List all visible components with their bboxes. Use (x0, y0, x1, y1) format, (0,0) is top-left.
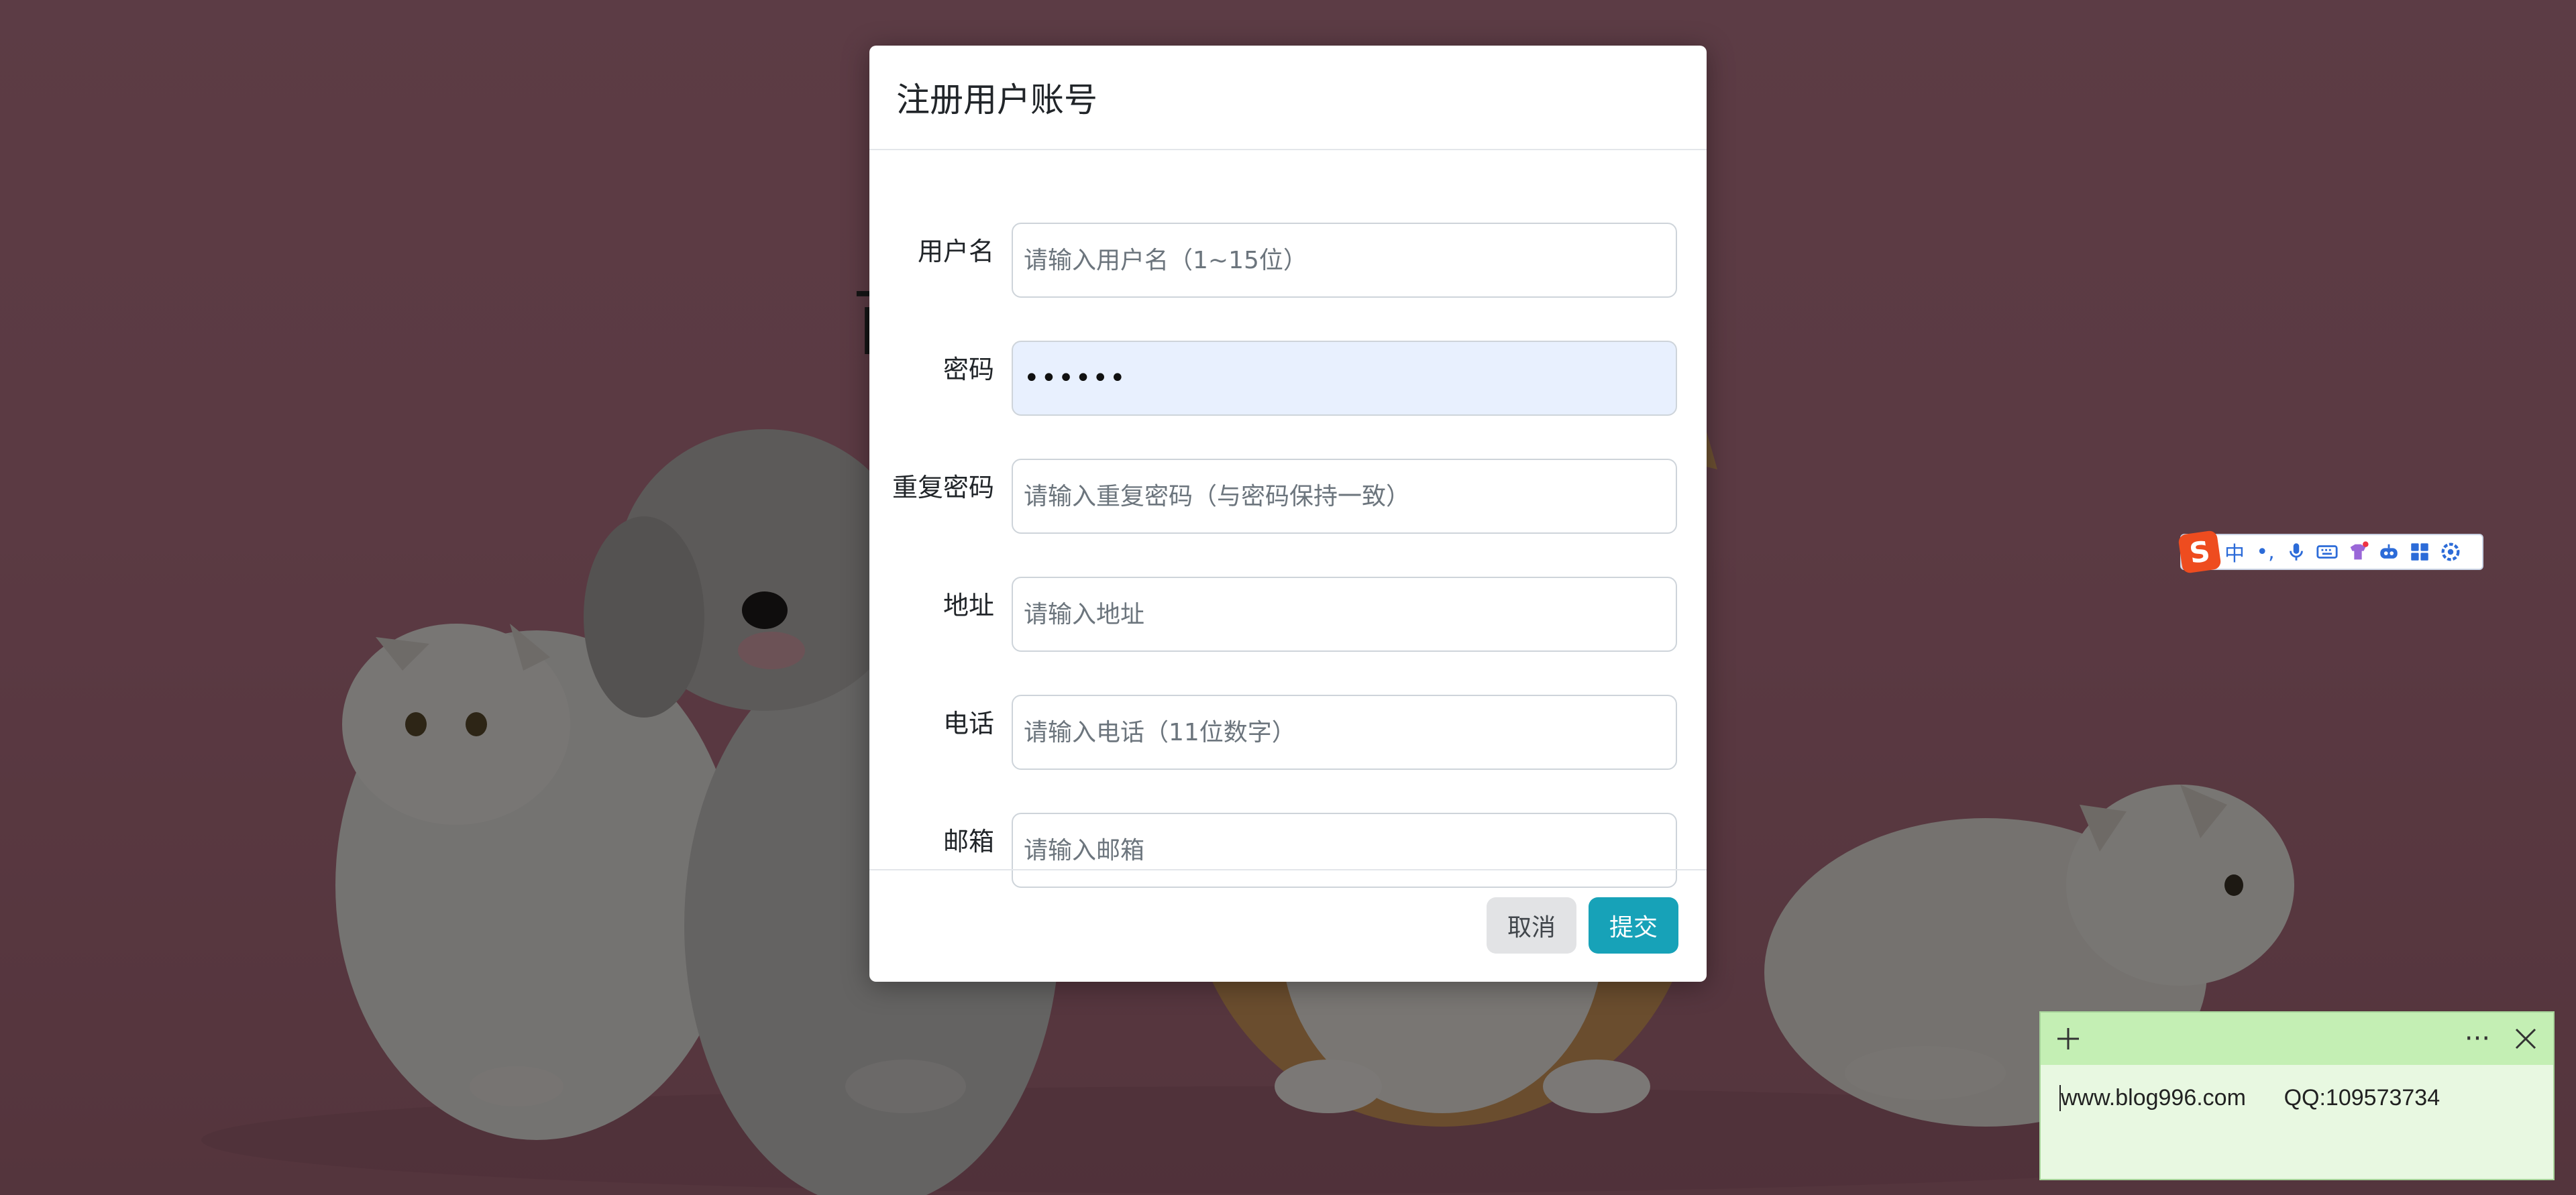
robot-icon[interactable] (2373, 536, 2404, 567)
sticky-note: ··· www.blog996.com QQ:109573734 (2039, 1011, 2555, 1180)
form-row-password: 密码 (869, 341, 1707, 416)
sticky-note-toolbar: ··· (2041, 1013, 2553, 1065)
password-label: 密码 (943, 355, 994, 384)
more-options-icon[interactable]: ··· (2459, 1021, 2496, 1057)
form-row-username: 用户名 (869, 223, 1707, 298)
form-row-repeat-password: 重复密码 (869, 459, 1707, 534)
repeat-password-label: 重复密码 (892, 473, 994, 502)
close-icon[interactable] (2508, 1021, 2544, 1057)
submit-button[interactable]: 提交 (1589, 897, 1678, 954)
ime-toolbar[interactable]: S 中 •, (2178, 530, 2483, 574)
plus-icon[interactable] (2050, 1021, 2086, 1057)
apps-icon[interactable] (2404, 536, 2435, 567)
email-label: 邮箱 (943, 827, 994, 856)
modal-body: 用户名 密码 重复密码 地址 电话 邮箱 (869, 150, 1707, 915)
modal-footer: 取消 提交 (869, 869, 1707, 982)
sticky-note-text[interactable]: www.blog996.com QQ:109573734 (2059, 1085, 2440, 1111)
form-row-phone: 电话 (869, 695, 1707, 770)
cancel-button[interactable]: 取消 (1487, 897, 1576, 954)
password-input[interactable] (1012, 341, 1677, 416)
register-modal: 注册用户账号 用户名 密码 重复密码 地址 电话 邮箱 取消 提交 (869, 46, 1707, 982)
repeat-password-input[interactable] (1012, 459, 1677, 534)
skin-icon[interactable] (2343, 536, 2373, 567)
microphone-icon[interactable] (2281, 536, 2312, 567)
address-input[interactable] (1012, 577, 1677, 652)
phone-label: 电话 (943, 709, 994, 738)
modal-header: 注册用户账号 (869, 46, 1707, 150)
sogou-logo-icon[interactable]: S (2178, 530, 2222, 574)
username-input[interactable] (1012, 223, 1677, 298)
modal-title: 注册用户账号 (896, 80, 1097, 119)
settings-icon[interactable] (2435, 536, 2466, 567)
username-label: 用户名 (917, 237, 994, 266)
ime-punctuation-toggle[interactable]: •, (2250, 536, 2281, 567)
ime-mode-toggle[interactable]: 中 (2219, 536, 2250, 567)
keyboard-icon[interactable] (2312, 536, 2343, 567)
address-label: 地址 (943, 591, 994, 620)
phone-input[interactable] (1012, 695, 1677, 770)
form-row-address: 地址 (869, 577, 1707, 652)
